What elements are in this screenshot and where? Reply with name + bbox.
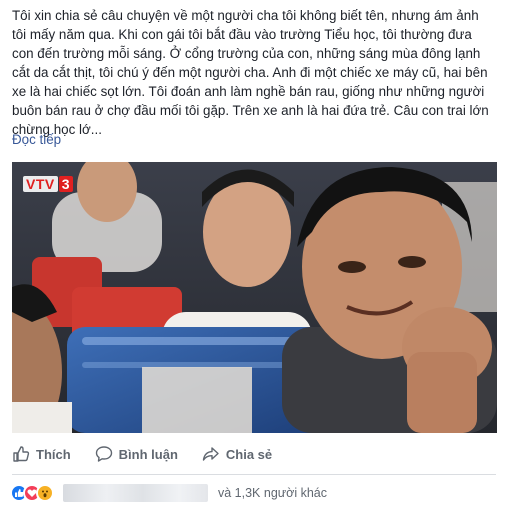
blurred-reactor-names <box>63 484 208 502</box>
photo-scene <box>12 162 497 433</box>
thumbs-up-icon <box>13 446 30 462</box>
like-button[interactable]: Thích <box>12 445 71 463</box>
divider <box>12 474 496 475</box>
post-actions: Thích Bình luận Chia sẻ <box>12 440 496 468</box>
comment-label: Bình luận <box>118 446 178 462</box>
channel-logo-number: 3 <box>58 175 74 192</box>
wow-reaction-icon <box>36 484 54 502</box>
see-more-link[interactable]: Đọc tiếp <box>12 132 61 147</box>
post-text: Tôi xin chia sẻ câu chuyện về một người … <box>12 8 489 137</box>
share-label: Chia sẻ <box>225 446 273 462</box>
like-label: Thích <box>36 446 71 462</box>
comment-icon <box>95 446 112 462</box>
reaction-summary[interactable]: và 1,3K người khác <box>10 482 327 504</box>
post-photo[interactable]: VTV 3 <box>12 162 497 433</box>
others-count[interactable]: và 1,3K người khác <box>218 486 327 500</box>
share-icon <box>202 447 219 461</box>
comment-button[interactable]: Bình luận <box>95 445 178 463</box>
share-button[interactable]: Chia sẻ <box>202 445 272 463</box>
channel-logo: VTV 3 <box>23 175 74 192</box>
channel-logo-text: VTV <box>23 175 58 192</box>
